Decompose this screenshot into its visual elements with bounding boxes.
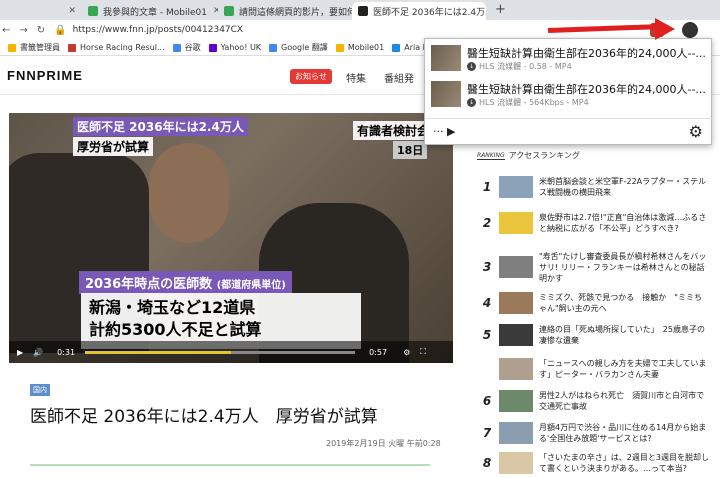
ranking-item[interactable]: 2 泉佐野市は2.7倍!"正直"自治体は激減…ふるさと納税に広がる「不公平」どう… xyxy=(477,208,720,238)
article-title: 医師不足 2036年には2.4万人 厚労省が試算 xyxy=(30,407,378,427)
nav-feature[interactable]: 特集 xyxy=(346,70,366,85)
bookmark-item[interactable]: 書籤管理員 xyxy=(8,42,60,53)
category-badge[interactable]: 国内 xyxy=(30,384,50,396)
bookmark-icon xyxy=(68,43,76,52)
bookmark-item[interactable]: Mobile01 xyxy=(335,43,384,52)
ranking-thumbnail xyxy=(499,390,533,412)
ranking-item[interactable]: 4 ミミズク、死骸で見つかる 接触か "ミミちゃん"飼い主の元へ xyxy=(477,288,720,318)
mobile01-icon xyxy=(224,6,234,16)
ranking-sidebar: RANKING アクセスランキング 1 米朝首脳会談と米空軍F-22Aラプター・… xyxy=(477,150,720,474)
ranking-thumbnail xyxy=(499,452,533,474)
video-downloader-icon[interactable] xyxy=(682,22,698,38)
more-icon[interactable]: ··· ▶ xyxy=(433,125,455,138)
volume-icon[interactable]: 🔊 xyxy=(33,348,43,357)
time-total: 0:57 xyxy=(369,347,388,357)
nav-programs[interactable]: 番組発 xyxy=(384,70,414,85)
annotation-arrow-head xyxy=(655,18,675,40)
ranking-thumbnail xyxy=(499,176,533,198)
bookmark-item[interactable]: Google 翻譯 xyxy=(269,42,328,53)
caption-day: 18日 xyxy=(393,141,428,159)
divider xyxy=(30,464,430,466)
caption-subtitle: 厚労省が試算 xyxy=(73,137,154,156)
tab-fnn-article[interactable]: 医師不足 2036年には2.4万人 厚 ✕ xyxy=(352,2,486,20)
tab-title: 請問這條網頁的影片，要如何錄 xyxy=(239,7,352,18)
download-icon[interactable]: ↓ xyxy=(467,61,476,71)
ranking-item[interactable]: 1 米朝首脳会談と米空軍F-22Aラプター・ステルス戦闘機の横田飛来 xyxy=(477,172,720,202)
article-date: 2019年2月19日 火曜 午前0:28 xyxy=(326,439,441,448)
bookmark-icon xyxy=(269,43,278,52)
ranking-item[interactable]: 「ニュースへの親しみ方を夫婦で工夫しています」ピーター・バラカンさん夫妻 xyxy=(477,354,720,384)
ranking-thumbnail xyxy=(499,256,533,278)
forward-icon[interactable]: → xyxy=(19,25,27,36)
bookmark-item[interactable]: 谷歌 xyxy=(172,42,201,53)
video-controls: ▶ 🔊 0:31 0:57 ⚙ ⛶ xyxy=(9,341,453,363)
bookmark-icon xyxy=(208,43,217,52)
ranking-thumbnail xyxy=(499,324,533,346)
caption-right: 有識者検討会 xyxy=(353,121,434,140)
new-tab-button[interactable]: + xyxy=(495,2,506,17)
ranking-item[interactable]: 6 男性2人がはねられ死亡 須賀川市と白河市で交通死亡事故 xyxy=(477,386,720,416)
tab-bar: ✕ 我參與的文章 - Mobile01 ✕ 請問這條網頁的影片，要如何錄 ✕ 医… xyxy=(0,0,720,20)
notice-button[interactable]: お知らせ xyxy=(290,69,332,84)
download-item[interactable]: 醫生短缺計算由衛生部在2036年的24,000人--... ↓ HLS 流媒體 -… xyxy=(431,79,709,109)
bookmark-icon xyxy=(335,43,344,52)
tab-question[interactable]: 請問這條網頁的影片，要如何錄 ✕ xyxy=(218,2,352,20)
video-player[interactable]: 医師不足 2036年には2.4万人 厚労省が試算 有識者検討会 18日 2036… xyxy=(9,113,453,363)
gear-icon[interactable]: ⚙ xyxy=(689,122,703,141)
ranking-badge: RANKING xyxy=(477,151,505,160)
caption-section: 2036年時点の医師数 (都道府県単位) xyxy=(79,271,292,294)
tab-mobile01[interactable]: ✕ xyxy=(0,2,82,20)
ranking-thumbnail xyxy=(499,422,533,444)
close-tab-icon[interactable]: ✕ xyxy=(207,6,218,16)
caption-title: 医師不足 2036年には2.4万人 xyxy=(73,117,248,136)
ranking-item[interactable]: 7 月額4万円で渋谷・品川に住める14月から始まる'全国住み放題'サービスとは? xyxy=(477,418,720,448)
person-shape xyxy=(149,143,229,243)
lock-icon[interactable]: 🔒 xyxy=(54,25,66,36)
tab-my-posts[interactable]: 我參與的文章 - Mobile01 ✕ xyxy=(82,2,218,20)
tab-title: 我參與的文章 - Mobile01 xyxy=(103,7,207,18)
ranking-thumbnail xyxy=(499,212,533,234)
popup-footer: ··· ▶ ⚙ xyxy=(425,118,713,144)
ranking-item[interactable]: 5 連絡の目「死ぬ場所探していた」 25歳息子の凄惨な遺棄 xyxy=(477,320,720,350)
bookmark-icon xyxy=(8,43,16,52)
ranking-item[interactable]: 8 「さいたまの辛さ」は、2週目と3週目を脱却して書くという決まりがある。…って… xyxy=(477,448,720,478)
close-tab-icon[interactable]: ✕ xyxy=(62,6,76,16)
back-icon[interactable]: ← xyxy=(2,25,10,36)
bookmark-icon xyxy=(392,43,401,52)
ranking-thumbnail xyxy=(499,292,533,314)
fnn-icon xyxy=(358,6,368,16)
ranking-thumbnail xyxy=(499,358,533,380)
fullscreen-icon[interactable]: ⛶ xyxy=(420,347,426,357)
bookmark-icon xyxy=(172,43,181,52)
tab-title: 医師不足 2036年には2.4万人 厚 xyxy=(373,7,486,18)
gear-icon[interactable]: ⚙ xyxy=(403,348,410,357)
ranking-item[interactable]: 3 "寿舌"たけし審査委員長が槇村希林さんをバッサリ! リリー・フランキーは希林… xyxy=(477,252,720,283)
reload-icon[interactable]: ↻ xyxy=(37,25,45,36)
video-thumbnail xyxy=(431,81,461,107)
time-current: 0:31 xyxy=(57,347,76,357)
play-icon[interactable]: ▶ xyxy=(17,348,23,357)
seek-bar[interactable] xyxy=(85,350,356,354)
download-icon[interactable]: ↓ xyxy=(467,97,476,107)
seek-progress xyxy=(85,350,231,354)
bookmark-item[interactable]: Horse Racing Resul... xyxy=(68,43,165,52)
download-item[interactable]: 醫生短缺計算由衛生部在2036年的24,000人--... ↓ HLS 流媒體 -… xyxy=(431,43,709,73)
mobile01-icon xyxy=(88,6,98,16)
fnn-logo[interactable]: FNNPRIME xyxy=(7,68,83,83)
video-thumbnail xyxy=(431,45,461,71)
video-downloader-popup: 醫生短缺計算由衛生部在2036年的24,000人--... ↓ HLS 流媒體 -… xyxy=(424,38,713,145)
url-field[interactable]: https://www.fnn.jp/posts/00412347CX xyxy=(73,25,243,35)
ranking-title: アクセスランキング xyxy=(508,151,580,160)
ranking-header: RANKING アクセスランキング xyxy=(477,150,720,161)
bookmark-item[interactable]: Yahoo! UK xyxy=(208,43,261,52)
